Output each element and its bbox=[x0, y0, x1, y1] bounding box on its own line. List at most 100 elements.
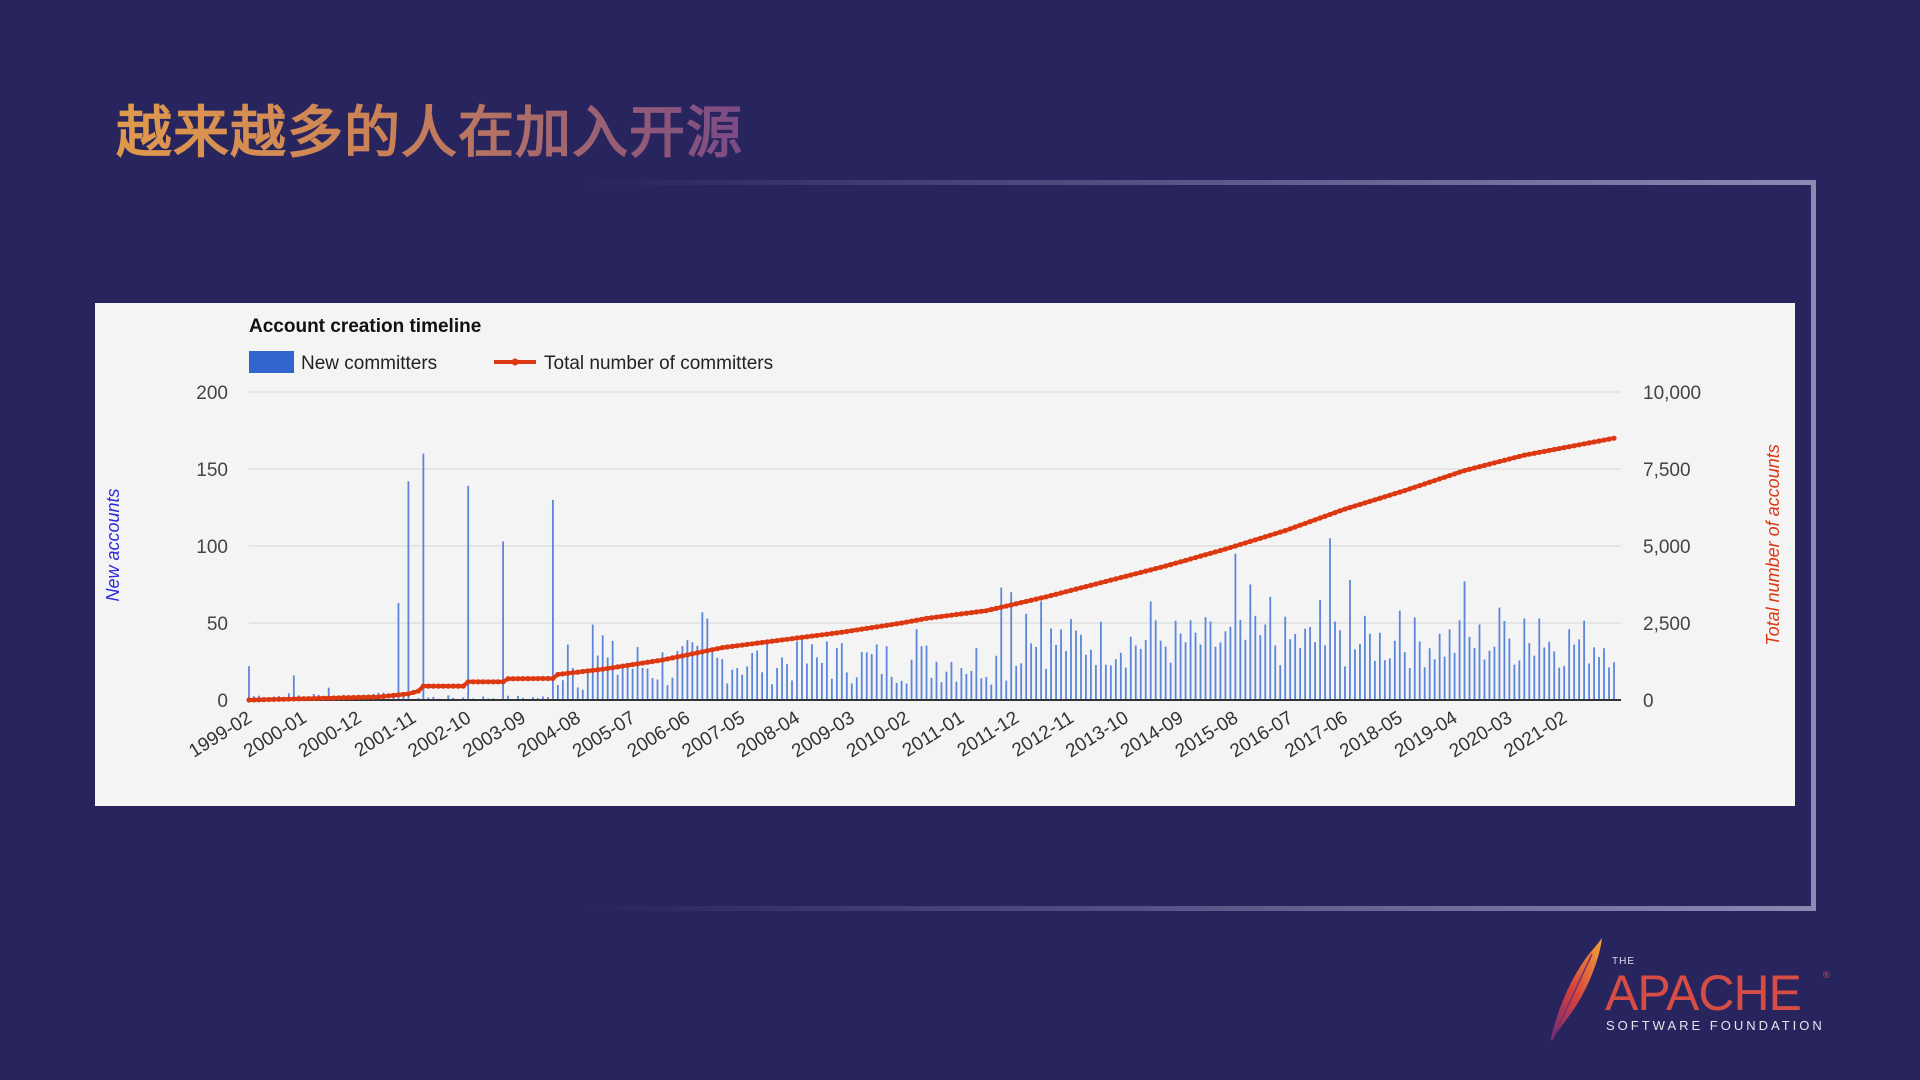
bar-new-committers bbox=[1608, 667, 1610, 700]
right-tick-label: 2,500 bbox=[1643, 614, 1691, 635]
bar-new-committers bbox=[1563, 665, 1566, 700]
bar-new-committers bbox=[721, 658, 724, 700]
bar-new-committers bbox=[1070, 619, 1072, 700]
total-line-point bbox=[1123, 573, 1129, 579]
slide-title: 越来越多的人在加入开源 bbox=[116, 88, 743, 169]
bar-new-committers bbox=[1309, 627, 1312, 700]
total-line-point bbox=[1447, 472, 1453, 479]
bar-new-committers bbox=[771, 684, 773, 700]
bar-new-committers bbox=[1503, 621, 1506, 700]
total-line-point bbox=[1252, 537, 1258, 543]
total-line-point bbox=[1511, 455, 1517, 461]
right-tick-label: 0 bbox=[1643, 691, 1654, 712]
total-line-point bbox=[699, 649, 705, 655]
total-line-point bbox=[908, 618, 915, 624]
total-line-point bbox=[1551, 446, 1557, 453]
total-line-point bbox=[674, 654, 681, 660]
total-line-point bbox=[1471, 465, 1478, 471]
bar-new-committers bbox=[1264, 624, 1267, 700]
total-line-point bbox=[590, 667, 596, 673]
bar-new-committers bbox=[1558, 667, 1561, 700]
total-line-point bbox=[1088, 582, 1094, 588]
total-line-point bbox=[440, 683, 446, 689]
bar-new-committers bbox=[746, 666, 749, 700]
total-line-point bbox=[1232, 543, 1238, 549]
total-line-point bbox=[1442, 474, 1448, 480]
bar-new-committers bbox=[1085, 654, 1087, 700]
total-line-point bbox=[983, 608, 989, 614]
bar-new-committers bbox=[1453, 652, 1456, 700]
total-line-point bbox=[749, 641, 755, 647]
total-line-point bbox=[913, 617, 920, 623]
total-line-point bbox=[301, 696, 307, 702]
bar-new-committers bbox=[1214, 646, 1217, 700]
total-line-point bbox=[365, 694, 372, 700]
total-committers-line bbox=[246, 435, 1617, 703]
total-line-point bbox=[829, 630, 835, 637]
bar-new-committers bbox=[1219, 642, 1222, 700]
left-axis-ticks: 200 150 100 50 0 bbox=[196, 383, 228, 712]
total-line-point bbox=[639, 660, 646, 666]
total-line-point bbox=[470, 679, 476, 685]
total-line-point bbox=[266, 696, 272, 703]
total-line-point bbox=[1521, 452, 1527, 458]
left-tick-label: 150 bbox=[196, 460, 228, 481]
bar-new-committers bbox=[656, 679, 659, 700]
total-line-point bbox=[1098, 580, 1104, 586]
bar-new-committers bbox=[651, 678, 654, 700]
total-line-point bbox=[375, 694, 382, 700]
total-line-point bbox=[435, 683, 441, 689]
bar-new-committers bbox=[1508, 638, 1511, 700]
total-line-point bbox=[1217, 547, 1224, 554]
bar-new-committers bbox=[1279, 665, 1282, 700]
total-line-point bbox=[1138, 569, 1144, 576]
bar-new-committers bbox=[821, 662, 823, 700]
total-line-point bbox=[963, 610, 969, 616]
total-line-point bbox=[1491, 460, 1498, 466]
bar-new-committers bbox=[551, 499, 554, 700]
total-line-point bbox=[415, 688, 421, 694]
total-line-point bbox=[560, 671, 566, 677]
total-line-point bbox=[276, 696, 282, 702]
total-line-point bbox=[480, 679, 486, 685]
total-line-point bbox=[923, 615, 930, 621]
bar-new-committers bbox=[726, 683, 729, 700]
total-line-point bbox=[1486, 461, 1493, 467]
total-line-point bbox=[1332, 510, 1338, 516]
bar-new-committers bbox=[1139, 648, 1142, 700]
total-line-point bbox=[535, 675, 541, 682]
bar-new-committers bbox=[1349, 579, 1351, 700]
bar-new-committers bbox=[1413, 617, 1416, 700]
bar-new-committers bbox=[1159, 640, 1162, 700]
total-line-point bbox=[610, 665, 616, 671]
total-line-point bbox=[1133, 571, 1139, 577]
bar-new-committers bbox=[586, 670, 589, 700]
bar-new-committers bbox=[1493, 646, 1496, 700]
total-line-point bbox=[794, 635, 800, 641]
total-line-point bbox=[1033, 596, 1039, 602]
total-line-point bbox=[634, 661, 641, 667]
total-line-point bbox=[595, 667, 601, 673]
total-line-point bbox=[1437, 476, 1443, 482]
total-line-point bbox=[1451, 471, 1458, 477]
total-line-point bbox=[1093, 581, 1099, 587]
total-line-point bbox=[809, 633, 815, 639]
total-line-point bbox=[998, 604, 1004, 610]
total-line-point bbox=[679, 653, 686, 659]
total-line-point bbox=[744, 641, 750, 648]
total-line-point bbox=[784, 636, 790, 642]
logo-registered-mark: ® bbox=[1823, 970, 1830, 980]
bar-new-committers bbox=[865, 652, 868, 700]
bar-new-committers bbox=[1284, 616, 1287, 700]
bar-new-committers bbox=[855, 677, 858, 700]
bar-new-committers bbox=[1603, 648, 1605, 700]
bar-new-committers bbox=[1533, 655, 1536, 700]
total-line-point bbox=[465, 679, 471, 685]
total-line-point bbox=[1506, 456, 1512, 462]
total-line-point bbox=[1357, 501, 1363, 508]
bar-new-committers bbox=[1613, 662, 1615, 700]
bar-new-committers bbox=[1244, 639, 1247, 700]
bar-new-committers bbox=[756, 650, 759, 700]
bar-new-committers bbox=[1473, 647, 1476, 700]
legend-label-total-committers: Total number of committers bbox=[544, 353, 773, 374]
